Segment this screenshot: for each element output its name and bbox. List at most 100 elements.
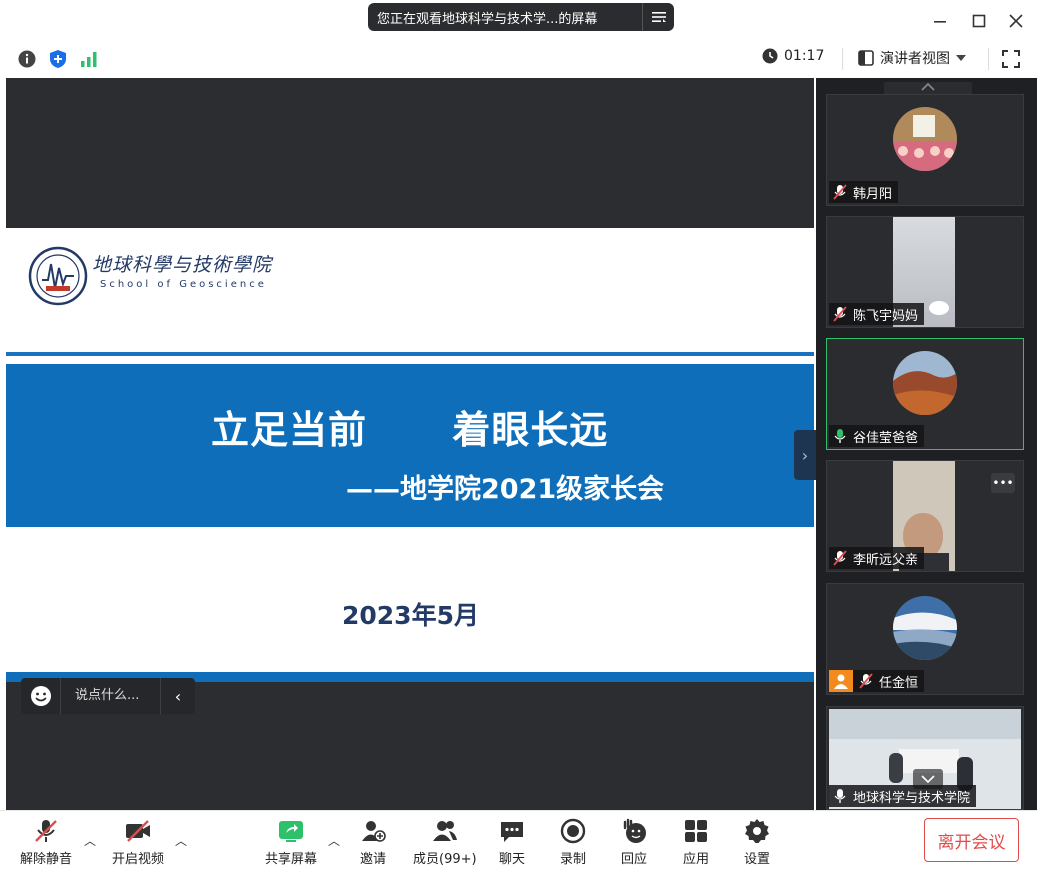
chat-placeholder[interactable]: 说点什么... xyxy=(61,678,161,714)
avatar xyxy=(893,596,957,660)
share-screen-icon xyxy=(279,821,303,842)
add-user-icon xyxy=(362,821,386,842)
logo-english-text: School of Geoscience xyxy=(100,279,267,290)
divider xyxy=(842,48,843,70)
unmute-button[interactable]: 解除静音 xyxy=(20,818,72,870)
participant-name-tag: 陈飞宇妈妈 xyxy=(829,303,925,325)
reactions-button[interactable]: 回应 xyxy=(621,818,647,870)
title-bar: 您正在观看地球科学与技术学...的屏幕 xyxy=(0,0,1037,40)
participant-name-tag: 任金恒 xyxy=(829,670,925,692)
mic-speaking-icon xyxy=(834,429,846,443)
divider xyxy=(988,48,989,70)
mic-muted-icon xyxy=(833,550,847,566)
presentation-slide: 地球科學与技術學院 School of Geoscience 立足当前 着眼长远… xyxy=(6,228,814,682)
emoji-icon[interactable] xyxy=(21,678,61,714)
view-mode-selector[interactable]: 演讲者视图 xyxy=(858,48,966,68)
slide-subtitle: ——地学院2021级家长会 xyxy=(346,474,665,505)
share-notice-text: 您正在观看地球科学与技术学...的屏幕 xyxy=(377,11,598,27)
meeting-window: 您正在观看地球科学与技术学...的屏幕 01:17 演讲者视图 地球科學与技術學… xyxy=(0,0,1037,881)
start-video-label: 开启视频 xyxy=(112,852,165,867)
record-label: 录制 xyxy=(560,852,587,867)
chat-bubble-icon xyxy=(501,822,523,842)
user-avatar-icon xyxy=(829,670,853,692)
leave-meeting-button[interactable]: 离开会议 xyxy=(924,818,1019,862)
chat-button[interactable]: 聊天 xyxy=(499,818,525,870)
participant-tile[interactable]: 地球科学与技术学院 xyxy=(826,706,1024,810)
meeting-timer: 01:17 xyxy=(762,48,824,64)
more-options-icon[interactable]: ••• xyxy=(991,473,1015,493)
chat-input-box[interactable]: 说点什么... ‹ xyxy=(21,678,195,714)
participant-tile-active[interactable]: 谷佳莹爸爸 xyxy=(826,338,1024,450)
info-icon[interactable] xyxy=(18,50,36,72)
title-band: 立足当前 着眼长远 ——地学院2021级家长会 xyxy=(6,364,814,527)
share-screen-button[interactable]: 共享屏幕 xyxy=(265,818,317,870)
record-icon xyxy=(560,818,586,844)
mic-muted-icon xyxy=(833,184,847,200)
view-mode-label: 演讲者视图 xyxy=(880,51,950,67)
minimize-icon[interactable] xyxy=(928,10,952,32)
participant-tile[interactable]: 陈飞宇妈妈 xyxy=(826,216,1024,328)
participant-name-tag: 地球科学与技术学院 xyxy=(829,785,977,807)
apps-label: 应用 xyxy=(683,852,710,867)
slide-stripe xyxy=(6,352,814,356)
audio-options-chevron-icon[interactable]: ︿ xyxy=(84,832,96,849)
signal-strength-icon[interactable] xyxy=(80,50,98,72)
settings-label: 设置 xyxy=(744,852,771,867)
mic-muted-icon xyxy=(833,306,847,322)
apps-button[interactable]: 应用 xyxy=(683,818,709,870)
slide-title: 立足当前 着眼长远 xyxy=(211,408,609,452)
participant-name: 谷佳莹爸爸 xyxy=(853,430,919,446)
share-menu-icon[interactable] xyxy=(642,3,674,31)
participant-tile[interactable]: 任金恒 xyxy=(826,583,1024,695)
participant-name: 韩月阳 xyxy=(853,186,893,202)
logo-chinese-text: 地球科學与技術學院 xyxy=(92,254,273,276)
participant-name-tag: 韩月阳 xyxy=(829,181,899,203)
reactions-label: 回应 xyxy=(621,852,648,867)
mic-muted-icon xyxy=(859,673,873,689)
gear-icon xyxy=(745,819,769,843)
share-options-chevron-icon[interactable]: ︿ xyxy=(328,832,340,849)
participant-tile[interactable]: ••• 李昕远父亲 xyxy=(826,460,1024,572)
chevron-down-icon xyxy=(956,55,966,61)
timer-text: 01:17 xyxy=(784,48,825,64)
participant-name: 李昕远父亲 xyxy=(853,552,919,568)
mic-icon xyxy=(834,789,846,803)
raise-hand-icon xyxy=(623,818,646,843)
chevron-down-icon xyxy=(921,775,935,784)
members-button[interactable]: 成员(99+) xyxy=(413,818,477,870)
security-shield-icon[interactable] xyxy=(49,49,67,73)
mic-muted-icon xyxy=(35,820,57,842)
members-label: 成员(99+) xyxy=(413,852,477,867)
video-options-chevron-icon[interactable]: ︿ xyxy=(175,832,187,849)
collapse-panel-button[interactable]: › xyxy=(794,430,816,480)
chevron-right-icon: › xyxy=(801,445,809,465)
video-off-icon xyxy=(126,820,150,842)
apps-grid-icon xyxy=(685,820,707,842)
view-layout-icon xyxy=(858,50,874,66)
unmute-label: 解除静音 xyxy=(20,852,73,867)
start-video-button[interactable]: 开启视频 xyxy=(112,818,164,870)
avatar xyxy=(893,351,957,415)
share-screen-label: 共享屏幕 xyxy=(265,852,318,867)
chat-label: 聊天 xyxy=(499,852,526,867)
participant-name-tag: 李昕远父亲 xyxy=(829,547,925,569)
settings-button[interactable]: 设置 xyxy=(744,818,770,870)
chevron-up-icon xyxy=(921,82,935,91)
close-icon[interactable] xyxy=(1004,10,1028,32)
share-notice-pill[interactable]: 您正在观看地球科学与技术学...的屏幕 xyxy=(368,3,674,31)
chevron-left-icon[interactable]: ‹ xyxy=(161,687,195,706)
participant-name: 地球科学与技术学院 xyxy=(853,790,971,806)
avatar xyxy=(893,107,957,171)
school-logo: 地球科學与技術學院 School of Geoscience xyxy=(28,246,278,306)
participant-name: 陈飞宇妈妈 xyxy=(853,308,919,324)
participant-tile[interactable]: 韩月阳 xyxy=(826,94,1024,206)
school-emblem-icon xyxy=(28,246,88,306)
fullscreen-icon[interactable] xyxy=(1002,50,1020,72)
participant-name-tag: 谷佳莹爸爸 xyxy=(829,425,925,447)
invite-button[interactable]: 邀请 xyxy=(360,818,386,870)
maximize-icon[interactable] xyxy=(967,10,991,32)
slide-date: 2023年5月 xyxy=(342,601,479,630)
clock-icon xyxy=(762,48,778,64)
members-icon xyxy=(432,821,457,841)
record-button[interactable]: 录制 xyxy=(560,818,586,870)
